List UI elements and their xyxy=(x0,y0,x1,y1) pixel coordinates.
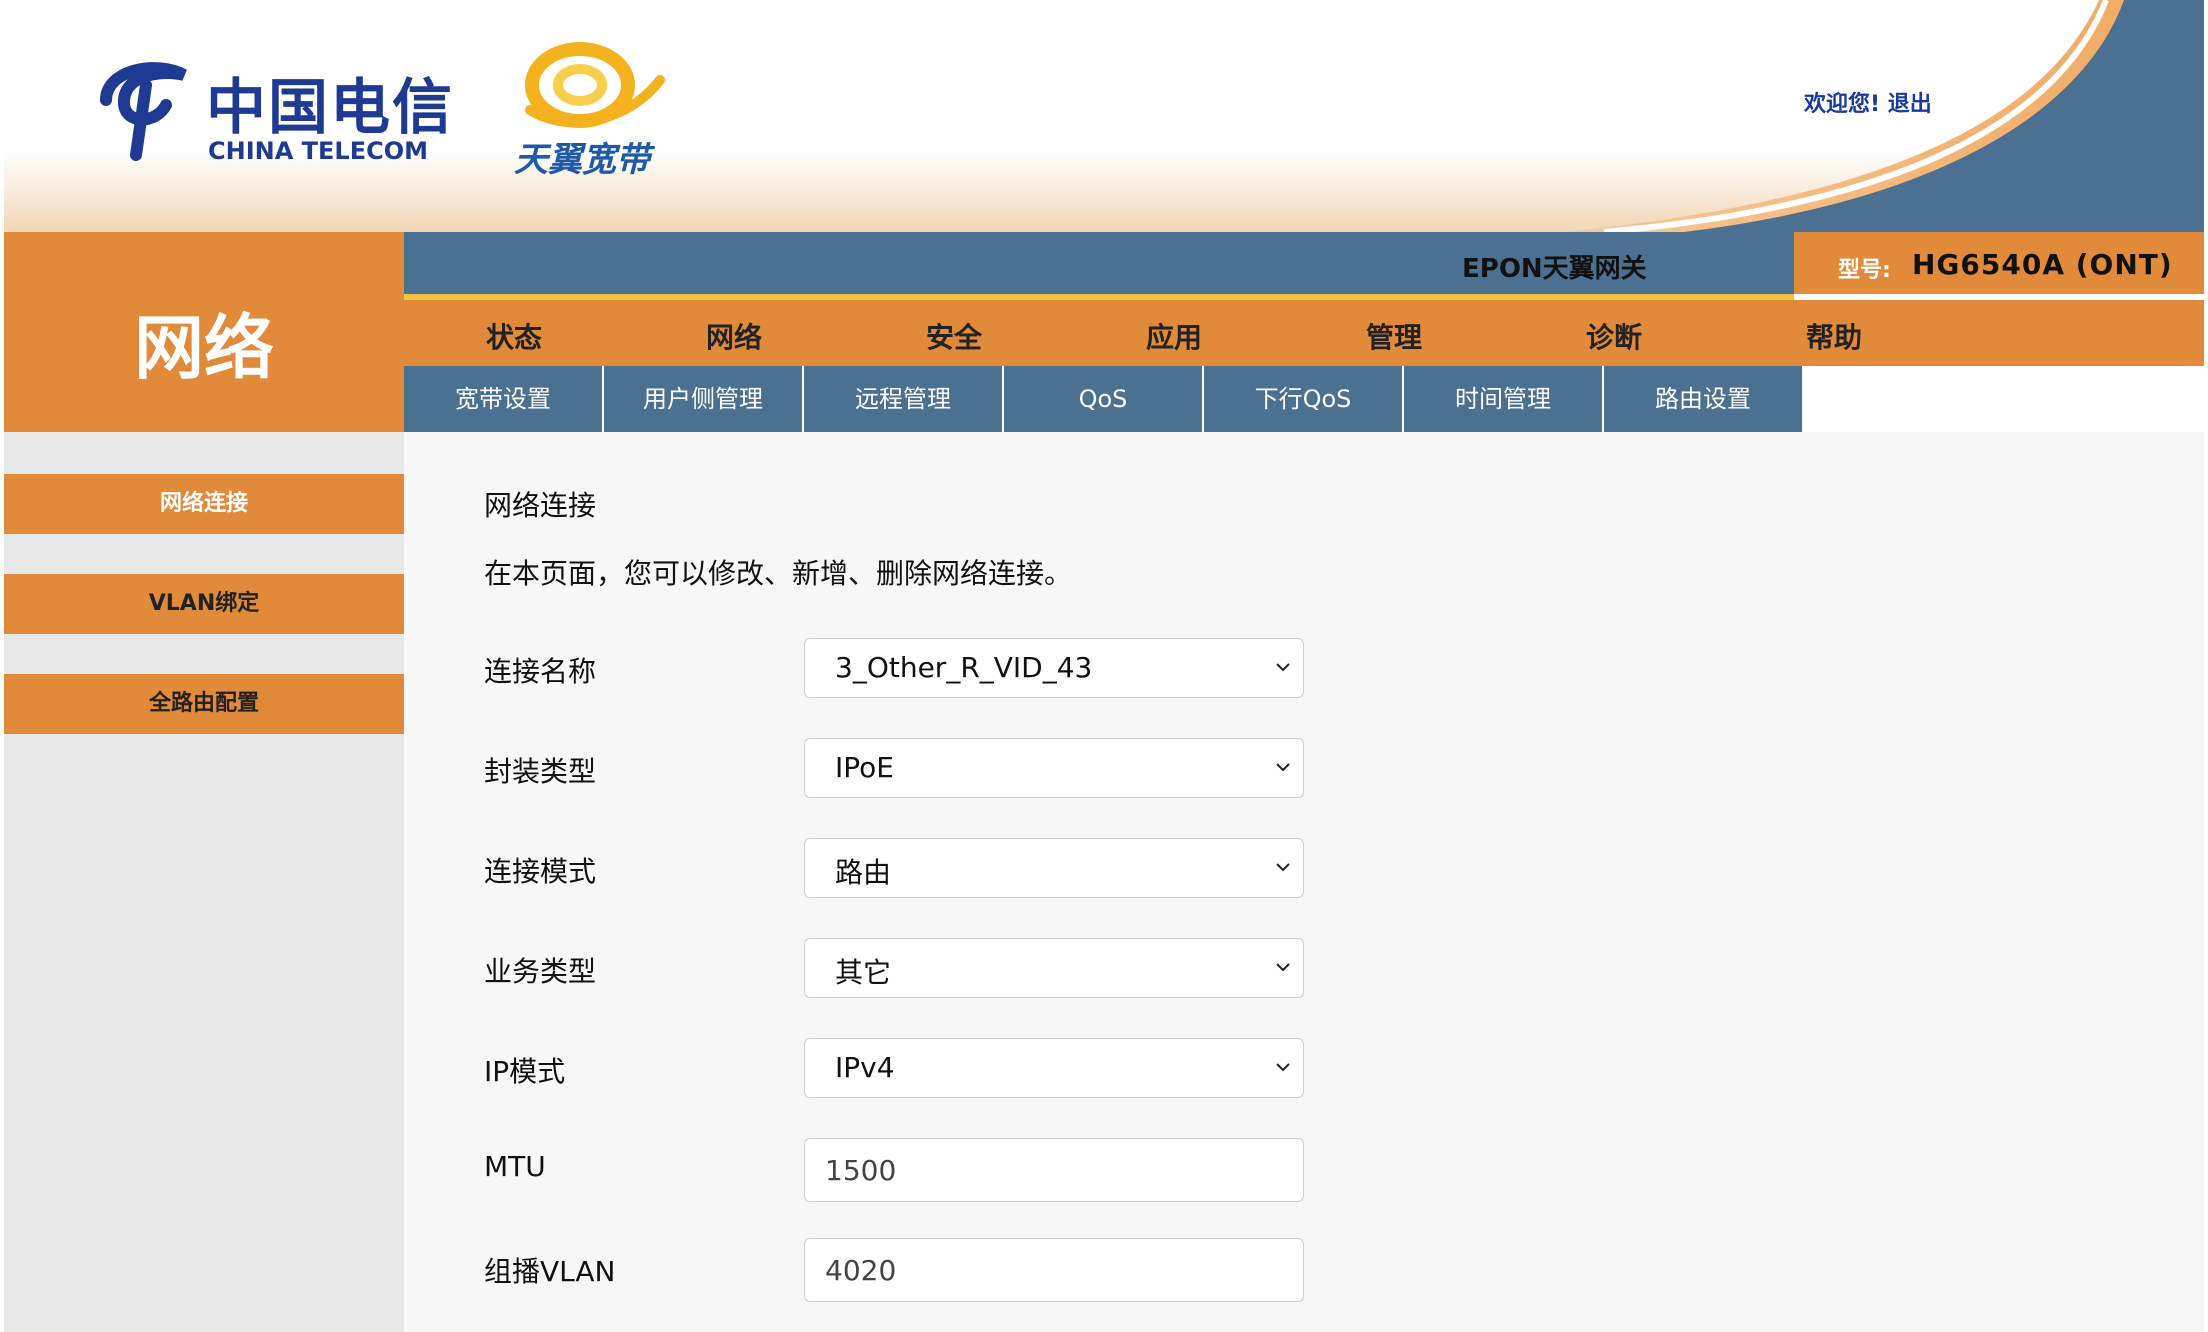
nav-item-security[interactable]: 安全 xyxy=(926,316,982,356)
mtu-value: 1500 xyxy=(825,1154,897,1187)
nav-item-help[interactable]: 帮助 xyxy=(1806,316,1862,356)
tab-time-management[interactable]: 时间管理 xyxy=(1404,366,1602,432)
section-title-block: 网络 xyxy=(4,232,404,432)
nav-item-application[interactable]: 应用 xyxy=(1146,316,1202,356)
tab-remote-management[interactable]: 远程管理 xyxy=(804,366,1002,432)
encapsulation-type-value: IPoE xyxy=(835,751,894,784)
chevron-down-icon xyxy=(1276,663,1290,672)
page-title: 网络连接 xyxy=(484,489,597,522)
connection-mode-value: 路由 xyxy=(835,856,892,889)
china-telecom-emblem-icon xyxy=(100,62,187,161)
page-description: 在本页面，您可以修改、新增、删除网络连接。 xyxy=(484,557,1073,590)
sidebar-item-network-connection[interactable]: 网络连接 xyxy=(4,474,404,534)
service-type-select[interactable]: 其它 xyxy=(804,938,1304,998)
sidebar-item-vlan-binding[interactable]: VLAN绑定 xyxy=(4,574,404,634)
ip-mode-value: IPv4 xyxy=(835,1051,895,1084)
multicast-vlan-input[interactable]: 4020 xyxy=(804,1238,1304,1302)
router-admin-page: 中国电信 CHINA TELECOM 天翼宽带 欢迎您! 退出 网络 EPON天… xyxy=(0,0,2208,1332)
gateway-name: EPON天翼网关 xyxy=(1462,254,1647,284)
encapsulation-type-select[interactable]: IPoE xyxy=(804,738,1304,798)
nav-item-network[interactable]: 网络 xyxy=(706,316,762,356)
sidebar-item-full-route-config[interactable]: 全路由配置 xyxy=(4,674,404,734)
multicast-vlan-value: 4020 xyxy=(825,1254,897,1287)
tab-routing-settings[interactable]: 路由设置 xyxy=(1604,366,1802,432)
section-title: 网络 xyxy=(134,307,274,389)
connection-name-select[interactable]: 3_Other_R_VID_43 xyxy=(804,638,1304,698)
connection-name-value: 3_Other_R_VID_43 xyxy=(835,651,1093,684)
multicast-vlan-label: 组播VLAN xyxy=(484,1255,616,1288)
brand-cn-text: 中国电信 xyxy=(206,73,454,143)
model-value: HG6540A (ONT) xyxy=(1912,248,2173,281)
sub-nav: 宽带设置 用户侧管理 远程管理 QoS 下行QoS 时间管理 路由设置 xyxy=(404,366,2204,432)
gateway-bar: EPON天翼网关 xyxy=(404,232,1794,294)
header-banner: 中国电信 CHINA TELECOM 天翼宽带 欢迎您! 退出 xyxy=(4,0,2204,232)
ip-mode-label: IP模式 xyxy=(484,1055,566,1088)
main-content: 网络连接 在本页面，您可以修改、新增、删除网络连接。 连接名称 3_Other_… xyxy=(404,432,2204,1332)
tab-qos[interactable]: QoS xyxy=(1004,366,1202,432)
chevron-down-icon xyxy=(1276,763,1290,772)
china-telecom-logo: 中国电信 CHINA TELECOM xyxy=(96,55,456,175)
chevron-down-icon xyxy=(1276,863,1290,872)
service-type-value: 其它 xyxy=(835,956,892,989)
nav-item-diagnostics[interactable]: 诊断 xyxy=(1586,316,1642,356)
chevron-down-icon xyxy=(1276,1063,1290,1072)
encapsulation-type-label: 封装类型 xyxy=(484,755,597,788)
connection-name-label: 连接名称 xyxy=(484,655,597,688)
model-label: 型号: xyxy=(1838,258,1891,283)
tianyi-swirl-icon xyxy=(525,42,665,128)
mtu-label: MTU xyxy=(484,1150,546,1183)
model-box: 型号: HG6540A (ONT) xyxy=(1794,232,2204,294)
connection-mode-label: 连接模式 xyxy=(484,855,597,888)
logout-link[interactable]: 退出 xyxy=(1888,92,1932,117)
connection-mode-select[interactable]: 路由 xyxy=(804,838,1304,898)
tab-broadband-settings[interactable]: 宽带设置 xyxy=(404,366,602,432)
tab-lan-management[interactable]: 用户侧管理 xyxy=(604,366,802,432)
nav-item-management[interactable]: 管理 xyxy=(1366,316,1422,356)
broadband-brand-text: 天翼宽带 xyxy=(514,140,650,180)
sidebar: 网络连接 VLAN绑定 全路由配置 xyxy=(4,432,404,1332)
mtu-input[interactable]: 1500 xyxy=(804,1138,1304,1202)
tab-downstream-qos[interactable]: 下行QoS xyxy=(1204,366,1402,432)
nav-item-status[interactable]: 状态 xyxy=(486,316,542,356)
brand-en-text: CHINA TELECOM xyxy=(208,137,428,165)
welcome-area: 欢迎您! 退出 xyxy=(1804,86,1932,118)
service-type-label: 业务类型 xyxy=(484,955,597,988)
ip-mode-select[interactable]: IPv4 xyxy=(804,1038,1304,1098)
chevron-down-icon xyxy=(1276,963,1290,972)
welcome-text: 欢迎您! xyxy=(1804,92,1881,117)
main-nav: 状态 网络 安全 应用 管理 诊断 帮助 xyxy=(404,300,2204,366)
tianyi-broadband-logo: 天翼宽带 xyxy=(510,40,680,180)
